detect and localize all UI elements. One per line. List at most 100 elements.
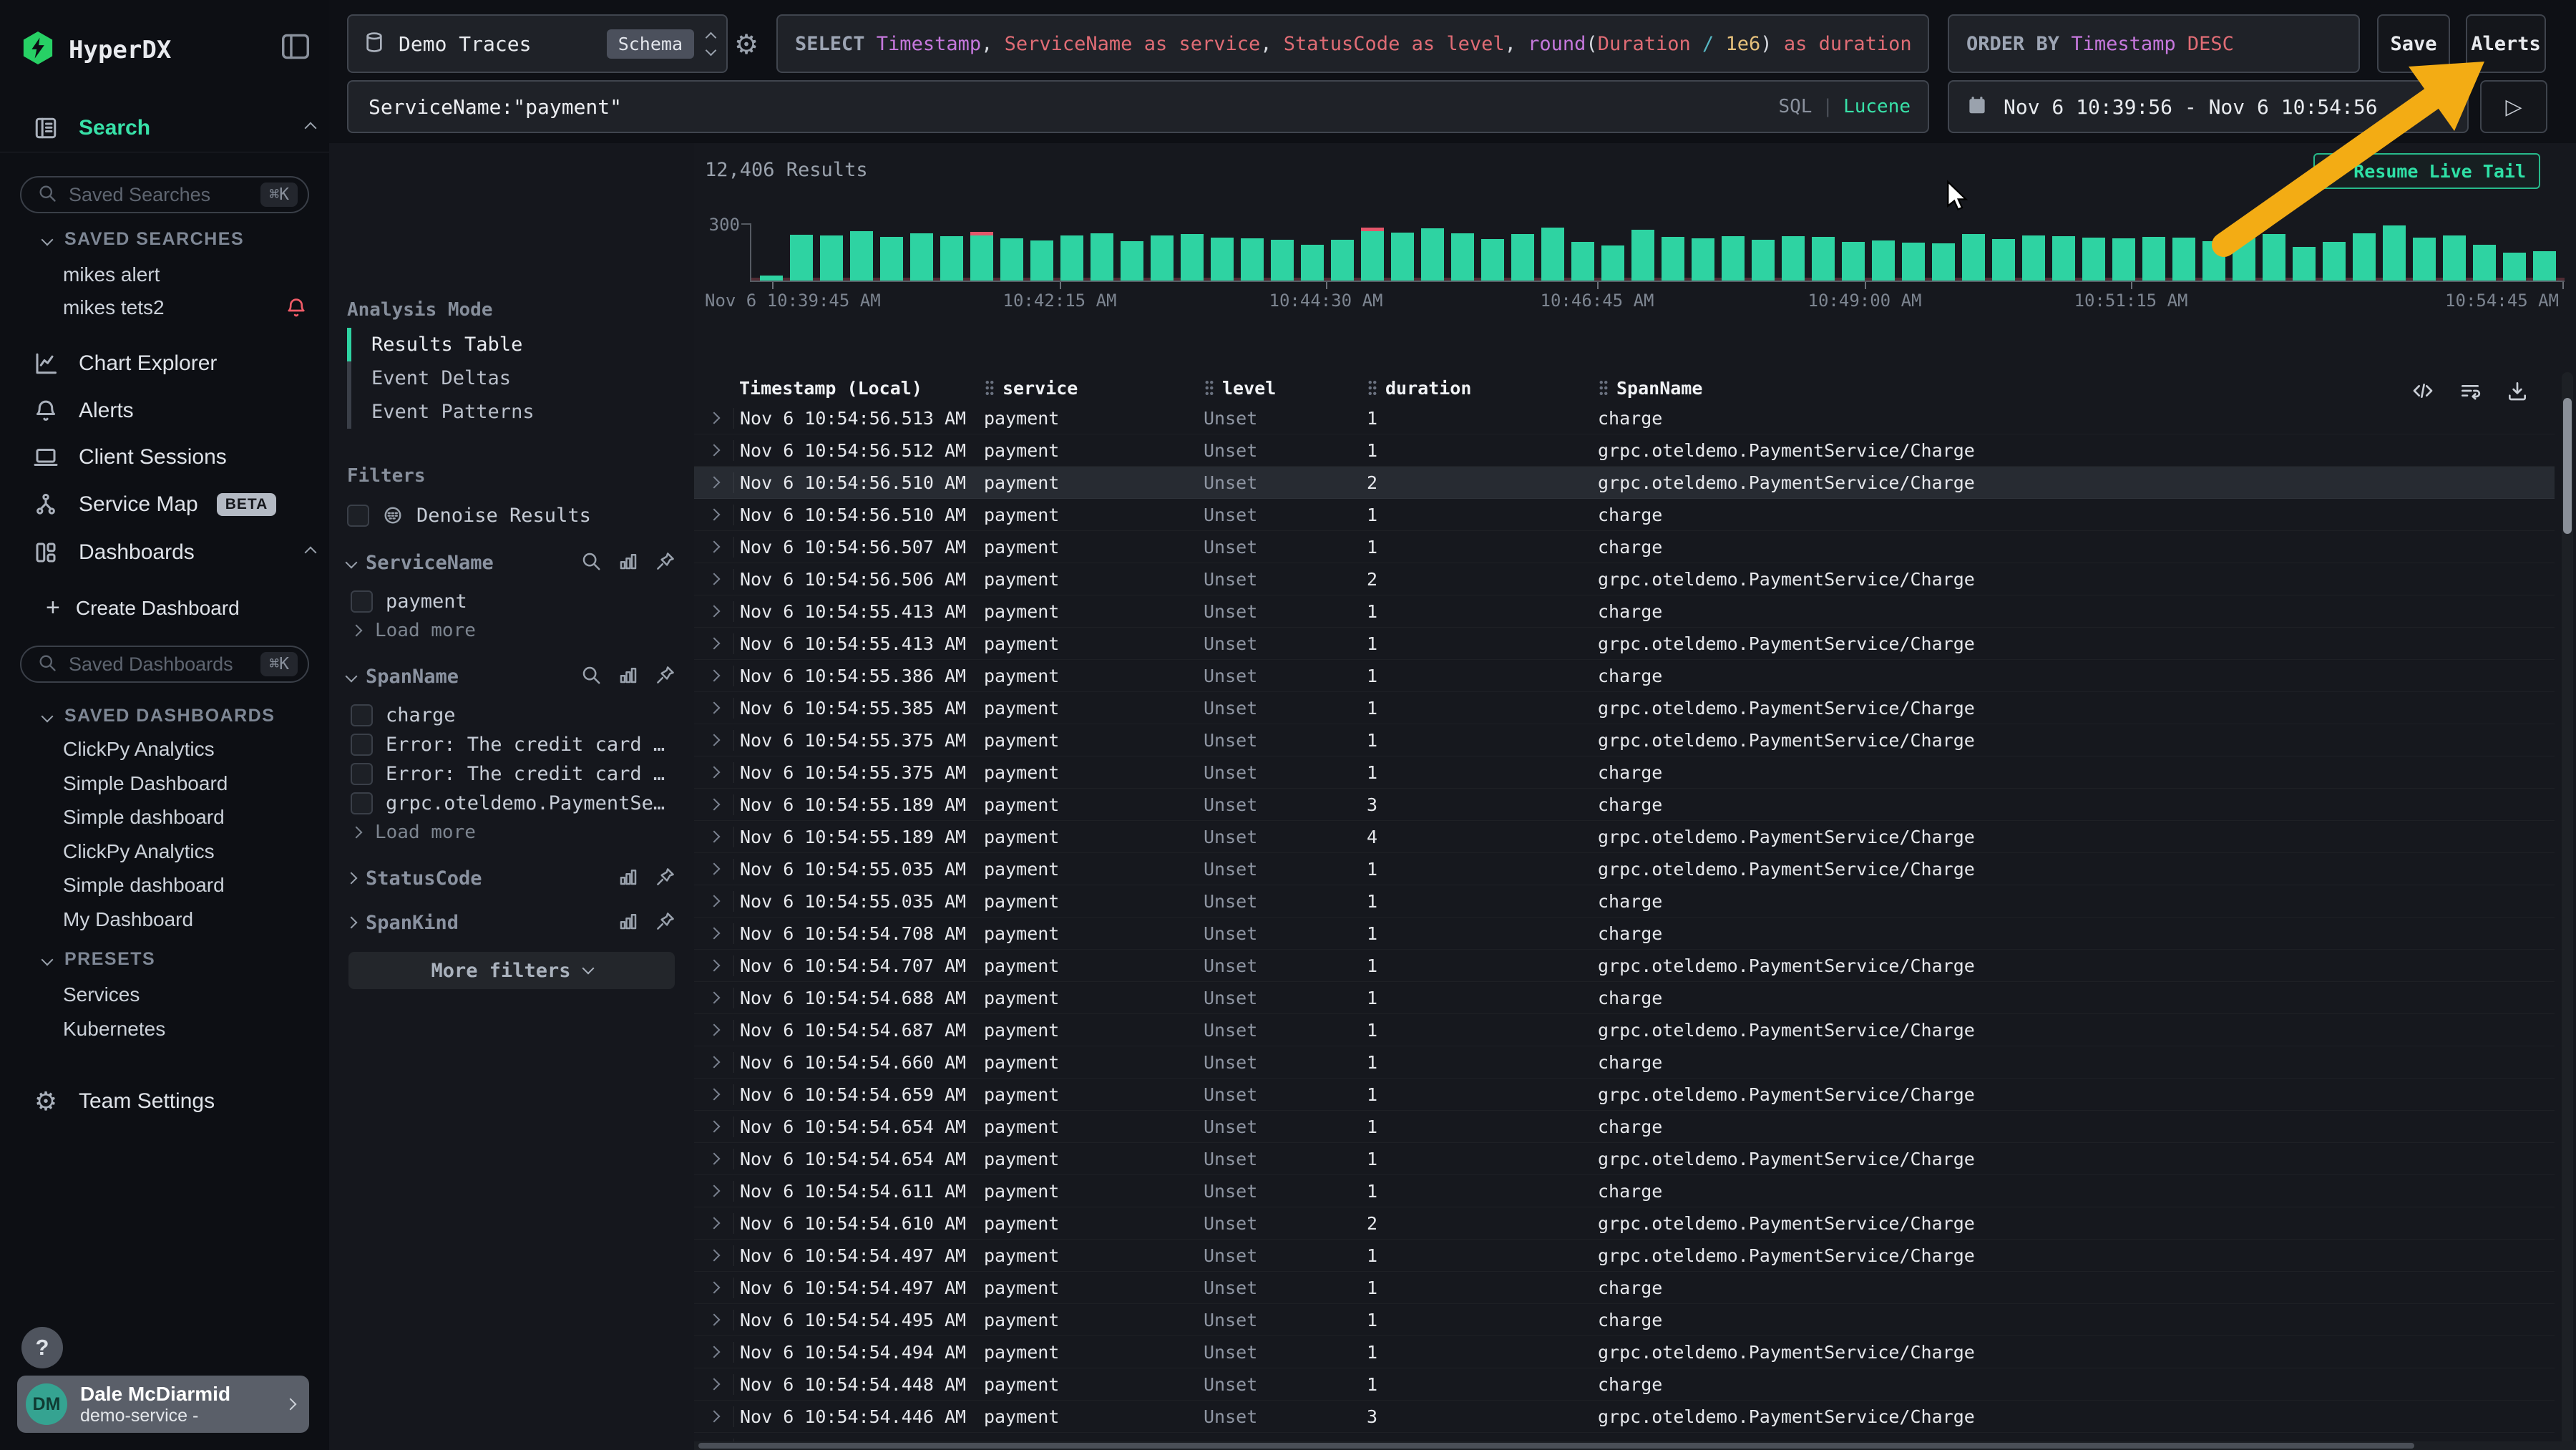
expand-row-icon[interactable]	[708, 1346, 720, 1358]
expand-row-icon[interactable]	[708, 992, 720, 1004]
chart-icon[interactable]	[618, 550, 639, 575]
language-lucene[interactable]: Lucene	[1843, 96, 1911, 117]
expand-row-icon[interactable]	[708, 1411, 720, 1423]
table-row[interactable]: Nov 6 10:54:56.512 AMpaymentUnset1grpc.o…	[694, 434, 2555, 467]
expand-row-icon[interactable]	[708, 799, 720, 811]
table-row[interactable]: Nov 6 10:54:54.654 AMpaymentUnset1grpc.o…	[694, 1143, 2555, 1175]
pin-icon[interactable]	[655, 550, 676, 575]
sidebar-item-search[interactable]: Search	[31, 110, 315, 147]
preset-item[interactable]: Services	[63, 979, 308, 1011]
scrollbar-thumb[interactable]	[698, 1443, 2414, 1449]
expand-row-icon[interactable]	[708, 573, 720, 585]
drag-handle-icon[interactable]	[1204, 379, 1215, 397]
schema-badge[interactable]: Schema	[607, 29, 694, 59]
analysis-mode-results-table[interactable]: Results Table	[347, 328, 680, 361]
search-icon[interactable]	[580, 550, 602, 575]
table-row[interactable]: Nov 6 10:54:55.375 AMpaymentUnset1grpc.o…	[694, 724, 2555, 756]
filter-value-row[interactable]: charge	[351, 701, 680, 730]
table-row[interactable]: Nov 6 10:54:54.688 AMpaymentUnset1charge	[694, 982, 2555, 1014]
saved-dashboard-item[interactable]: ClickPy Analytics	[63, 836, 308, 867]
load-more-button[interactable]: Load more	[352, 818, 476, 847]
pin-icon[interactable]	[655, 664, 676, 689]
table-row[interactable]: Nov 6 10:54:54.660 AMpaymentUnset1charge	[694, 1046, 2555, 1079]
table-row[interactable]: Nov 6 10:54:56.513 AMpaymentUnset1charge	[694, 402, 2555, 434]
sidebar-item-alerts[interactable]: Alerts	[31, 392, 315, 429]
table-row[interactable]: Nov 6 10:54:54.610 AMpaymentUnset2grpc.o…	[694, 1207, 2555, 1240]
table-row[interactable]: Nov 6 10:54:55.189 AMpaymentUnset4grpc.o…	[694, 821, 2555, 853]
search-query-input[interactable]: ServiceName:"payment" SQL | Lucene	[347, 80, 1929, 133]
table-row[interactable]: Nov 6 10:54:55.035 AMpaymentUnset1charge	[694, 885, 2555, 918]
expand-row-icon[interactable]	[708, 1185, 720, 1197]
expand-row-icon[interactable]	[708, 702, 720, 714]
chart-icon[interactable]	[618, 910, 639, 935]
checkbox[interactable]	[351, 590, 373, 613]
scrollbar-thumb[interactable]	[2563, 398, 2572, 534]
expand-row-icon[interactable]	[708, 1024, 720, 1036]
expand-row-icon[interactable]	[708, 1089, 720, 1101]
saved-searches-section[interactable]: SAVED SEARCHES	[43, 229, 244, 250]
table-row[interactable]: Nov 6 10:54:55.386 AMpaymentUnset1charge	[694, 660, 2555, 692]
create-dashboard-button[interactable]: + Create Dashboard	[46, 594, 240, 622]
expand-row-icon[interactable]	[708, 412, 720, 424]
help-button[interactable]: ?	[21, 1327, 63, 1368]
expand-row-icon[interactable]	[708, 1250, 720, 1262]
horizontal-scrollbar[interactable]	[694, 1441, 2576, 1450]
drag-handle-icon[interactable]	[1598, 379, 1609, 397]
expand-row-icon[interactable]	[708, 1217, 720, 1230]
column-header-service[interactable]: service	[970, 378, 1188, 399]
table-row[interactable]: Nov 6 10:54:54.448 AMpaymentUnset1charge	[694, 1368, 2555, 1401]
expand-row-icon[interactable]	[708, 444, 720, 457]
sidebar-item-client-sessions[interactable]: Client Sessions	[31, 439, 315, 476]
resume-live-tail-button[interactable]: Resume Live Tail	[2313, 153, 2540, 189]
table-row[interactable]: Nov 6 10:54:56.510 AMpaymentUnset2grpc.o…	[694, 467, 2555, 499]
saved-dashboard-item[interactable]: Simple dashboard	[63, 870, 308, 901]
expand-row-icon[interactable]	[708, 477, 720, 489]
sidebar-item-service-map[interactable]: Service Map BETA	[31, 486, 315, 523]
checkbox[interactable]	[351, 734, 373, 756]
table-row[interactable]: Nov 6 10:54:56.510 AMpaymentUnset1charge	[694, 499, 2555, 531]
table-row[interactable]: Nov 6 10:54:54.495 AMpaymentUnset1charge	[694, 1304, 2555, 1336]
table-row[interactable]: Nov 6 10:54:54.687 AMpaymentUnset1grpc.o…	[694, 1014, 2555, 1046]
saved-dashboard-item[interactable]: Simple dashboard	[63, 802, 308, 833]
expand-row-icon[interactable]	[708, 1056, 720, 1069]
saved-dashboard-item[interactable]: ClickPy Analytics	[63, 734, 308, 765]
expand-row-icon[interactable]	[708, 734, 720, 746]
filter-group-servicename[interactable]: ServiceName	[347, 548, 676, 577]
chart-icon[interactable]	[618, 664, 639, 689]
table-row[interactable]: Nov 6 10:54:54.497 AMpaymentUnset1charge	[694, 1272, 2555, 1304]
expand-row-icon[interactable]	[708, 863, 720, 875]
expand-row-icon[interactable]	[708, 638, 720, 650]
expand-row-icon[interactable]	[708, 670, 720, 682]
column-header-timestamp-local-[interactable]: Timestamp (Local)	[733, 378, 970, 399]
alerts-button[interactable]: Alerts	[2466, 14, 2546, 73]
analysis-mode-event-patterns[interactable]: Event Patterns	[347, 395, 680, 429]
sql-orderby-input[interactable]: ORDER BY Timestamp DESC	[1948, 14, 2360, 73]
table-row[interactable]: Nov 6 10:54:54.659 AMpaymentUnset1grpc.o…	[694, 1079, 2555, 1111]
expand-row-icon[interactable]	[708, 1314, 720, 1326]
table-row[interactable]: Nov 6 10:54:54.494 AMpaymentUnset1grpc.o…	[694, 1336, 2555, 1368]
filter-group-spankind[interactable]: SpanKind	[347, 908, 676, 937]
table-row[interactable]: Nov 6 10:54:54.611 AMpaymentUnset1charge	[694, 1175, 2555, 1207]
drag-handle-icon[interactable]	[984, 379, 995, 397]
saved-search-item[interactable]: mikes tets2	[63, 292, 308, 323]
checkbox[interactable]	[347, 505, 369, 527]
expand-row-icon[interactable]	[708, 509, 720, 521]
table-row[interactable]: Nov 6 10:54:54.707 AMpaymentUnset1grpc.o…	[694, 950, 2555, 982]
expand-row-icon[interactable]	[708, 1153, 720, 1165]
analysis-mode-event-deltas[interactable]: Event Deltas	[347, 361, 680, 395]
filter-group-statuscode[interactable]: StatusCode	[347, 864, 676, 892]
column-header-level[interactable]: level	[1188, 378, 1349, 399]
filter-group-spanname[interactable]: SpanName	[347, 662, 676, 691]
results-histogram[interactable]	[750, 223, 2565, 282]
chart-icon[interactable]	[618, 866, 639, 891]
expand-row-icon[interactable]	[708, 895, 720, 908]
source-selector[interactable]: Demo Traces Schema	[347, 14, 728, 73]
pin-icon[interactable]	[655, 910, 676, 935]
expand-row-icon[interactable]	[708, 1121, 720, 1133]
column-header-duration[interactable]: duration	[1349, 378, 1581, 399]
table-row[interactable]: Nov 6 10:54:54.497 AMpaymentUnset1grpc.o…	[694, 1240, 2555, 1272]
column-header-spanname[interactable]: SpanName	[1581, 378, 2555, 399]
table-row[interactable]: Nov 6 10:54:55.413 AMpaymentUnset1charge	[694, 595, 2555, 628]
expand-row-icon[interactable]	[708, 767, 720, 779]
checkbox[interactable]	[351, 763, 373, 785]
